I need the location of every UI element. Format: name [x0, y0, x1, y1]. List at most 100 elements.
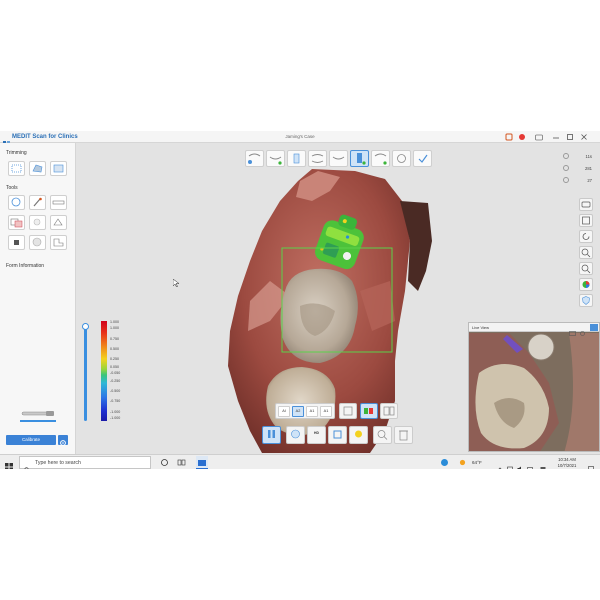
multi-data-view-button[interactable]: [360, 403, 378, 419]
shield-icon[interactable]: [579, 294, 593, 307]
view-mode-button[interactable]: A1: [320, 406, 332, 417]
screenshot-icon[interactable]: [505, 133, 513, 141]
stage-maxilla-button[interactable]: [245, 150, 264, 167]
tool-occlusion-button[interactable]: [50, 235, 67, 250]
live-view-snapshot-icon[interactable]: [569, 324, 576, 336]
trimming-section-title: Trimming: [6, 150, 27, 156]
view-mode-button[interactable]: AI: [278, 406, 290, 417]
windows-start-icon[interactable]: [5, 458, 13, 469]
close-icon[interactable]: [580, 133, 588, 141]
notifications-icon[interactable]: [588, 459, 594, 469]
frame-count-value: 281: [585, 166, 592, 171]
hd-mode-badge: HD: [314, 431, 319, 435]
depth-slider[interactable]: [84, 327, 87, 421]
tool-marker-button[interactable]: [8, 235, 25, 250]
task-view-icon[interactable]: [177, 458, 186, 467]
calibrate-settings-gear-icon[interactable]: [58, 435, 68, 446]
taskbar-clock-date[interactable]: 10/7/2021: [552, 463, 582, 468]
color-scale-label: -1.000: [110, 410, 121, 414]
trim-lasso-button[interactable]: [8, 161, 25, 176]
fit-to-screen-button[interactable]: [579, 214, 593, 227]
weather-icon[interactable]: [458, 458, 467, 467]
window-title-bar: MEDIT Scan for Clinics Jaming's Case: [0, 131, 600, 147]
zoom-in-button[interactable]: [579, 246, 593, 259]
color-scale-label: -0.500: [110, 389, 121, 393]
live-view-pin-icon[interactable]: [590, 324, 598, 331]
mouse-cursor: [172, 274, 180, 288]
fps-value: 27: [587, 178, 592, 183]
color-scale-label: 0.050: [110, 365, 119, 369]
camera-icon[interactable]: [535, 133, 543, 141]
tool-brush-button[interactable]: [29, 195, 46, 210]
hd-mode-button[interactable]: HD: [307, 426, 326, 444]
tool-measure-button[interactable]: [50, 195, 67, 210]
tool-undercut-button[interactable]: [29, 235, 46, 250]
color-scale-label: 0.250: [110, 357, 119, 361]
record-icon[interactable]: [518, 133, 526, 141]
deviation-color-bar: [101, 321, 107, 421]
stage-mandible-button[interactable]: [266, 150, 285, 167]
fps-icon: [563, 177, 569, 183]
view-mode-button[interactable]: A2: [292, 406, 304, 417]
live-view-settings-icon[interactable]: [579, 324, 586, 336]
stop-scan-button[interactable]: [328, 426, 347, 444]
frame-count-icon: [563, 165, 569, 171]
stage-scan-active-button[interactable]: [350, 150, 369, 167]
tool-align-button[interactable]: [50, 215, 67, 230]
tool-fill-holes-button[interactable]: [29, 215, 46, 230]
show-hidden-icons-icon[interactable]: [497, 459, 503, 469]
tool-lock-area-button[interactable]: [8, 195, 25, 210]
edge-browser-icon[interactable]: [440, 458, 449, 467]
app-screen: MEDIT Scan for Clinics Jaming's Case Tri…: [0, 131, 600, 469]
volume-icon[interactable]: [517, 459, 523, 469]
stage-scanbody-button[interactable]: [287, 150, 306, 167]
color-scale-label: -0.050: [110, 371, 121, 375]
inspect-button[interactable]: [373, 426, 392, 444]
stage-occlusion-button[interactable]: [308, 150, 327, 167]
rotate-view-button[interactable]: [579, 230, 593, 243]
color-display-toggle-button[interactable]: [579, 278, 593, 291]
trim-region-button[interactable]: [50, 161, 67, 176]
stage-face-scan-button[interactable]: [392, 150, 411, 167]
color-scale-label: 1.000: [110, 326, 119, 330]
live-camera-feed: [469, 323, 599, 451]
color-scale-label: 0.500: [110, 347, 119, 351]
capture-image-button[interactable]: [579, 198, 593, 211]
cortana-icon[interactable]: [160, 458, 169, 467]
form-information-section-title: Form Information: [6, 263, 45, 269]
single-view-button[interactable]: [339, 403, 357, 419]
brightness-button[interactable]: [349, 426, 368, 444]
pause-scan-button[interactable]: [262, 426, 281, 444]
split-view-button[interactable]: [380, 403, 398, 419]
taskbar-search-input[interactable]: Type here to search: [19, 456, 151, 469]
delete-data-button[interactable]: [394, 426, 413, 444]
language-icon[interactable]: [540, 459, 546, 469]
taskbar-clock-time[interactable]: 10:34 AM: [552, 457, 582, 462]
search-icon: [24, 460, 30, 469]
minimize-icon[interactable]: [552, 133, 560, 141]
view-mode-button[interactable]: A1: [306, 406, 318, 417]
color-scale-label: 0.750: [110, 337, 119, 341]
trim-polygon-button[interactable]: [29, 161, 46, 176]
color-scale-label: -0.250: [110, 379, 121, 383]
battery-icon[interactable]: [527, 459, 533, 469]
app-title: MEDIT Scan for Clinics: [12, 134, 78, 140]
color-scale-label: -1.000: [110, 416, 121, 420]
network-icon[interactable]: [507, 459, 513, 469]
search-placeholder: Type here to search: [35, 460, 81, 466]
zoom-out-button[interactable]: [579, 262, 593, 275]
color-scale-label: -0.750: [110, 399, 121, 403]
medit-taskbar-app-icon[interactable]: [196, 456, 208, 469]
maximize-icon[interactable]: [566, 133, 574, 141]
scanner-tip-icon: [20, 405, 56, 416]
live-view-panel: Live View: [468, 322, 600, 452]
ai-filter-button[interactable]: [286, 426, 305, 444]
calibrate-button[interactable]: Calibrate: [6, 435, 56, 445]
depth-slider-handle[interactable]: [82, 323, 89, 330]
stage-pre-op-button[interactable]: [329, 150, 348, 167]
tools-section-title: Tools: [6, 185, 18, 191]
stage-complete-button[interactable]: [413, 150, 432, 167]
tool-compare-button[interactable]: [8, 215, 25, 230]
stage-upper-antagonist-button[interactable]: [371, 150, 390, 167]
case-title: Jaming's Case: [285, 134, 315, 139]
